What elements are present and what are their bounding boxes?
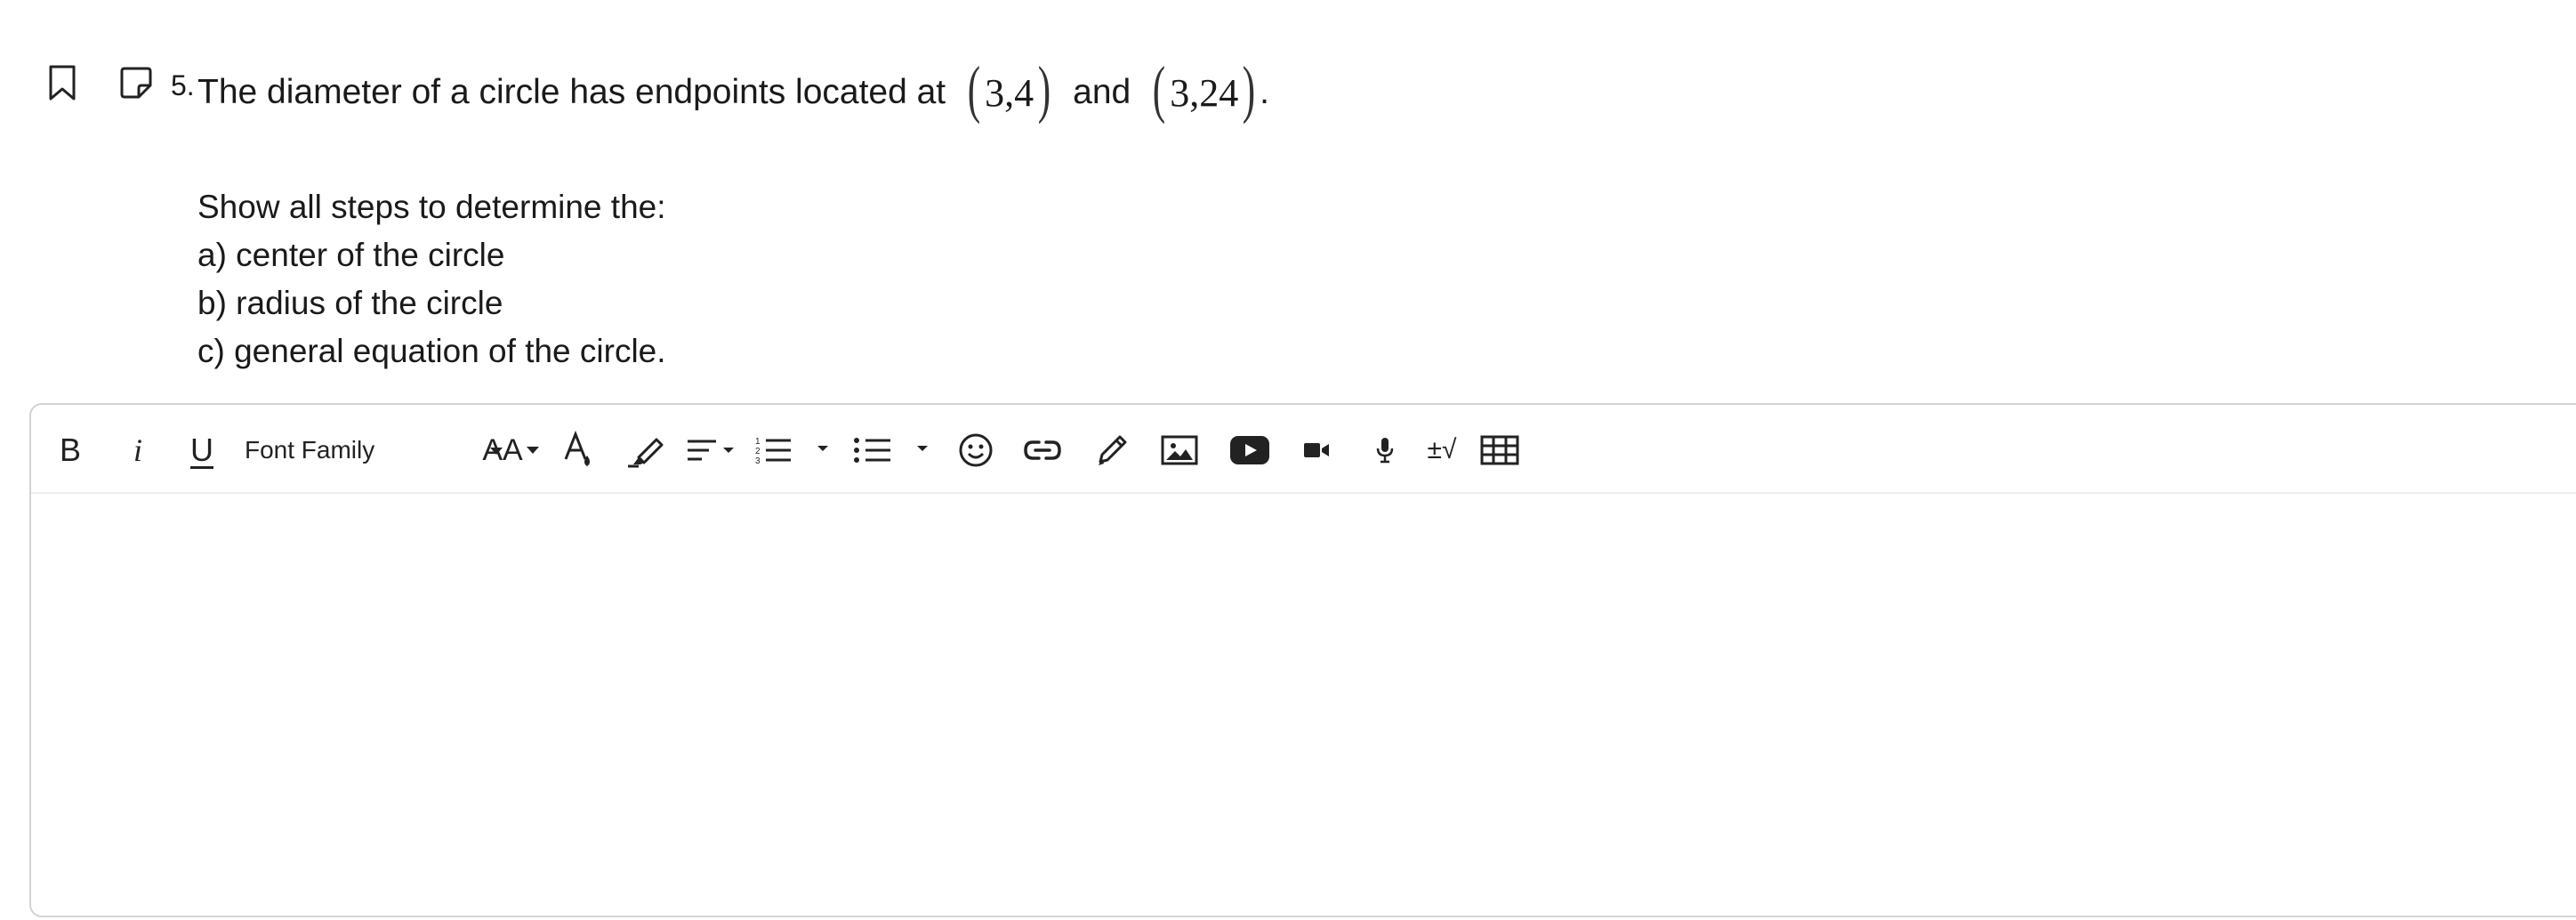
- italic-button[interactable]: i: [120, 428, 156, 472]
- table-icon[interactable]: [1477, 428, 1522, 472]
- editor-content-area[interactable]: [31, 494, 2576, 916]
- prompt-line: b) radius of the circle: [197, 285, 503, 321]
- font-size-button[interactable]: AA: [479, 428, 542, 472]
- note-icon[interactable]: [119, 66, 153, 100]
- point-2: (3,24): [1153, 53, 1256, 125]
- font-size-label: AA: [482, 432, 523, 467]
- question-text: The diameter of a circle has endpoints l…: [197, 53, 1270, 125]
- bold-button[interactable]: B: [52, 428, 88, 472]
- font-family-label: Font Family: [245, 436, 375, 464]
- question-text-before: The diameter of a circle has endpoints l…: [197, 73, 946, 111]
- bookmark-icon[interactable]: [48, 64, 76, 101]
- emoji-icon[interactable]: [956, 428, 995, 472]
- align-icon[interactable]: [684, 428, 739, 472]
- svg-text:3: 3: [755, 456, 761, 465]
- pencil-icon[interactable]: [1090, 428, 1134, 472]
- math-equation-button[interactable]: ±√: [1417, 428, 1467, 472]
- point-1: (3,4): [967, 53, 1051, 125]
- svg-text:1: 1: [755, 437, 761, 447]
- question-number: 5.: [171, 69, 195, 101]
- chevron-down-icon: [526, 447, 539, 454]
- youtube-icon[interactable]: [1225, 428, 1275, 472]
- and-text: and: [1073, 73, 1131, 111]
- link-icon[interactable]: [1020, 428, 1065, 472]
- numbered-list-icon[interactable]: 123: [753, 428, 833, 472]
- video-icon[interactable]: [1294, 428, 1339, 472]
- image-icon[interactable]: [1157, 428, 1202, 472]
- highlighter-icon[interactable]: [622, 428, 668, 472]
- font-family-select[interactable]: Font Family: [245, 428, 503, 472]
- prompt-line: a) center of the circle: [197, 237, 505, 273]
- underline-button[interactable]: U: [184, 428, 220, 472]
- prompt-line: c) general equation of the circle.: [197, 333, 666, 369]
- text-color-icon[interactable]: [556, 428, 600, 472]
- svg-text:2: 2: [755, 447, 761, 456]
- bullet-list-icon[interactable]: [851, 428, 933, 472]
- prompt-line: Show all steps to determine the:: [197, 189, 666, 225]
- editor-toolbar: B i U Font Family AA 123 ±√: [31, 405, 2576, 494]
- answer-editor[interactable]: B i U Font Family AA 123 ±√: [29, 403, 2576, 917]
- microphone-icon[interactable]: [1365, 428, 1405, 472]
